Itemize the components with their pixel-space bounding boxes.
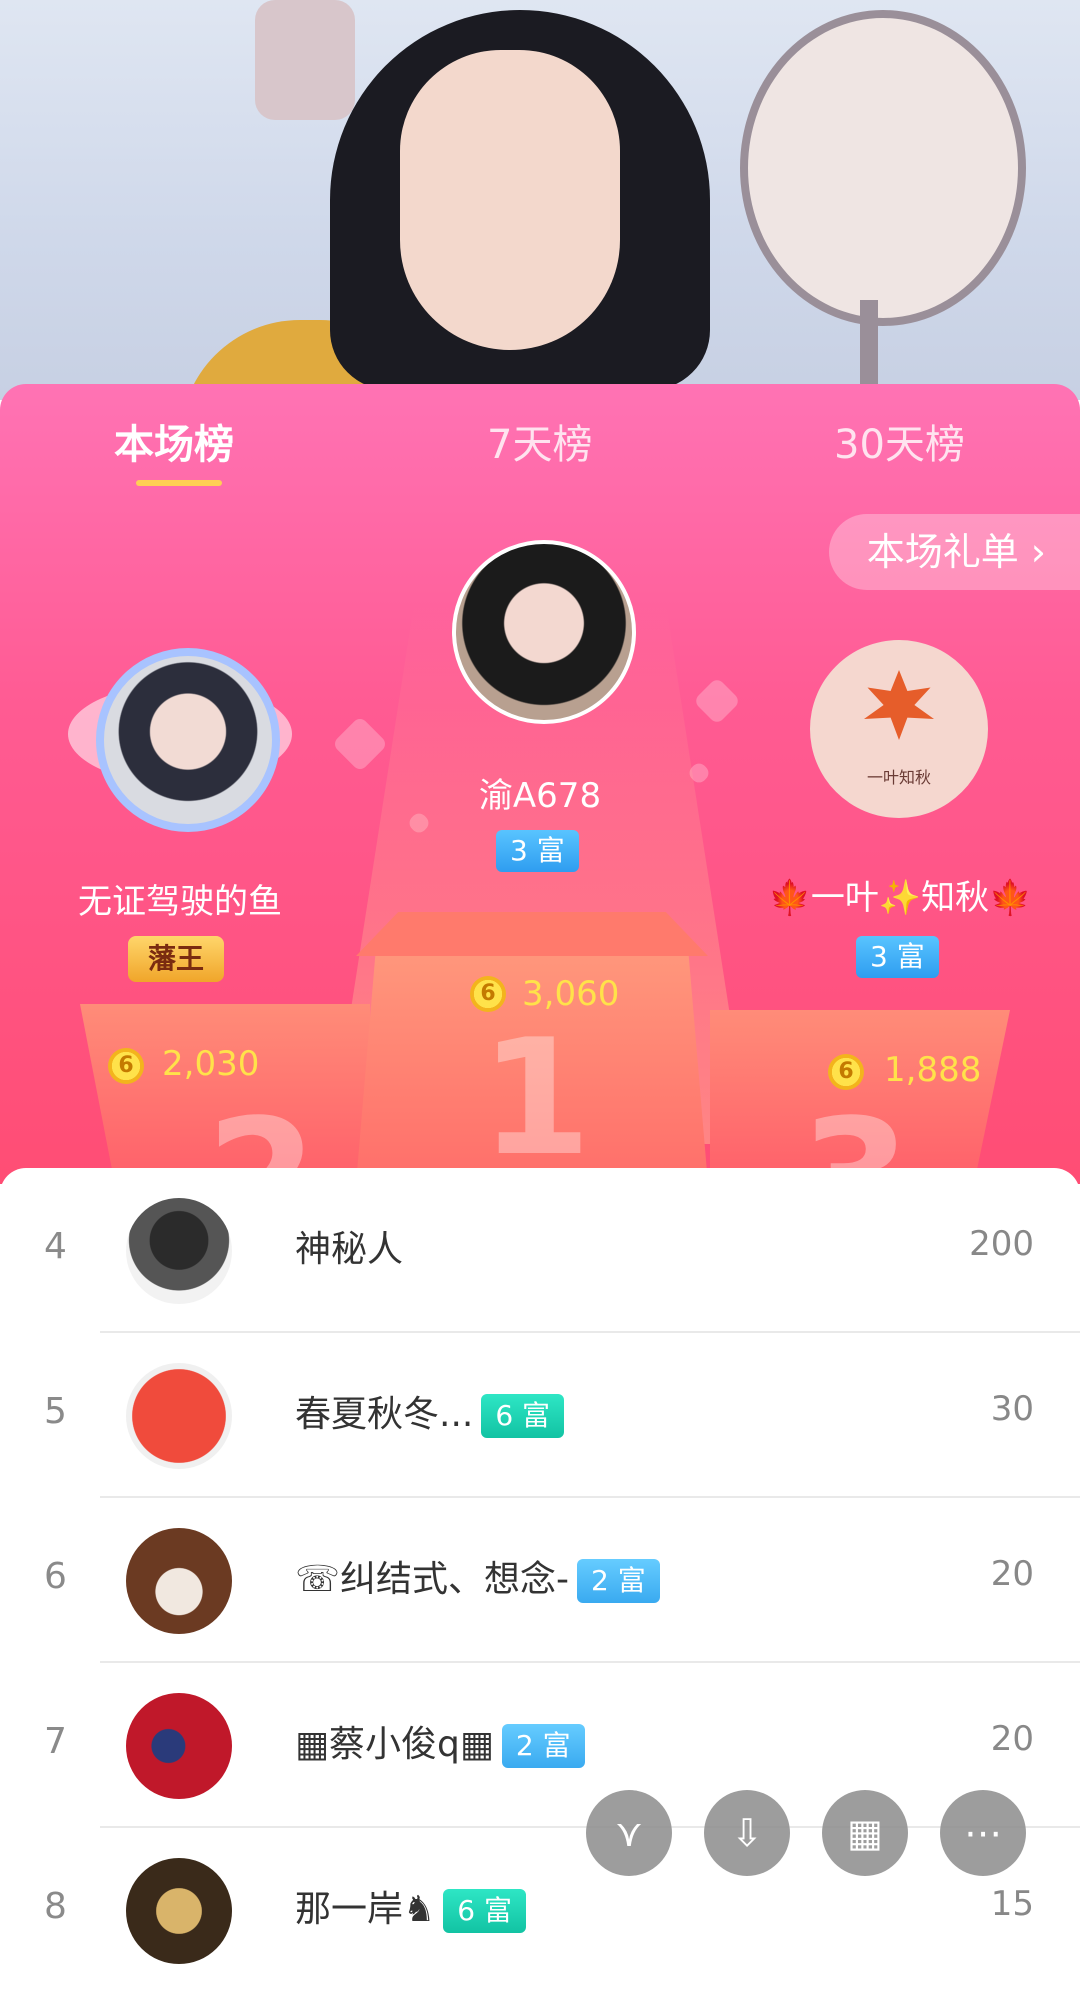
- list-rank: 4: [44, 1226, 67, 1267]
- maple-leaf-icon: [864, 670, 934, 740]
- username-text: ☏纠结式、想念-: [295, 1559, 570, 1600]
- list-amount: 30: [990, 1389, 1034, 1429]
- list-item[interactable]: 8 那一岸♞ 6 富 15: [0, 1828, 1080, 1993]
- username-text: ▦蔡小俊q▦: [295, 1724, 494, 1765]
- tab-this-session[interactable]: 本场榜: [114, 412, 234, 470]
- third-place-rich-badge: 3 富: [856, 936, 939, 978]
- streamer-face: [400, 50, 620, 350]
- list-rank: 6: [44, 1556, 67, 1597]
- more-button[interactable]: ⋯: [940, 1790, 1026, 1876]
- user-avatar[interactable]: [126, 1528, 232, 1634]
- podium-first-top: [356, 912, 708, 956]
- username-text: 那一岸♞: [295, 1889, 436, 1930]
- decor-diamond: [331, 715, 389, 773]
- list-rank: 8: [44, 1886, 67, 1927]
- share-icon: ⋎: [615, 1811, 643, 1855]
- list-username: 神秘人: [295, 1220, 403, 1272]
- rich-badge: 6 富: [481, 1394, 565, 1438]
- first-place-name[interactable]: 渝A678: [380, 768, 700, 817]
- rich-badge: 2 富: [577, 1559, 660, 1603]
- list-username: 那一岸♞ 6 富: [295, 1880, 526, 1933]
- first-place-avatar[interactable]: [452, 540, 636, 724]
- list-amount: 200: [969, 1224, 1034, 1264]
- podium-number-1: 1: [480, 1004, 592, 1184]
- second-place-avatar[interactable]: [96, 648, 280, 832]
- list-amount: 20: [990, 1554, 1034, 1594]
- rich-badge: 2 富: [501, 1724, 585, 1768]
- list-item[interactable]: 6 ☏纠结式、想念- 2 富 20: [0, 1498, 1080, 1663]
- user-avatar[interactable]: [126, 1363, 232, 1469]
- rich-badge: 6 富: [443, 1889, 526, 1933]
- list-amount: 20: [990, 1719, 1034, 1759]
- list-item[interactable]: 4 神秘人 200: [0, 1168, 1080, 1333]
- live-video: [0, 0, 1080, 400]
- second-place-score: 2,030: [162, 1044, 260, 1084]
- gift-list-button[interactable]: 本场礼单 ›: [828, 514, 1080, 590]
- first-place-score: 3,060: [522, 974, 620, 1014]
- ranking-tabs: 本场榜 7天榜 30天榜: [0, 384, 1080, 514]
- list-username: 春夏秋冬... 6 富: [295, 1385, 565, 1438]
- avatar-caption: 一叶知秋: [866, 768, 931, 787]
- share-button[interactable]: ⋎: [586, 1790, 672, 1876]
- tab-7-days[interactable]: 7天榜: [487, 412, 592, 470]
- coin-icon: 6: [828, 1054, 864, 1090]
- ranking-panel: 本场榜 7天榜 30天榜 本场礼单 › 1 2 3 渝A678 3 富 6 3,…: [0, 384, 1080, 1184]
- apps-button[interactable]: ▦: [822, 1790, 908, 1876]
- username-text: 春夏秋冬...: [295, 1394, 474, 1435]
- username-text: 神秘人: [295, 1229, 404, 1270]
- king-badge: 藩王: [128, 936, 225, 982]
- list-rank: 5: [44, 1391, 67, 1432]
- more-icon: ⋯: [964, 1811, 1002, 1855]
- first-place-rich-badge: 3 富: [496, 830, 579, 872]
- download-button[interactable]: ⇩: [704, 1790, 790, 1876]
- list-item[interactable]: 5 春夏秋冬... 6 富 30: [0, 1333, 1080, 1498]
- third-place-score: 1,888: [884, 1050, 982, 1090]
- active-tab-underline: [136, 480, 222, 486]
- ranking-list: 4 神秘人 200 5 春夏秋冬... 6 富 30 6 ☏纠结式、想念- 2 富 …: [0, 1168, 1080, 1964]
- list-item[interactable]: 7 ▦蔡小俊q▦ 2 富 20: [0, 1663, 1080, 1828]
- tab-30-days[interactable]: 30天榜: [834, 412, 965, 470]
- decor-diamond: [692, 676, 742, 726]
- user-avatar[interactable]: [126, 1858, 232, 1964]
- grid-icon: ▦: [847, 1811, 883, 1855]
- third-place-avatar[interactable]: 一叶知秋: [810, 640, 988, 818]
- list-username: ▦蔡小俊q▦ 2 富: [295, 1715, 585, 1768]
- coin-icon: 6: [108, 1048, 144, 1084]
- third-place-name[interactable]: 🍁一叶✨知秋🍁: [740, 870, 1060, 919]
- user-avatar[interactable]: [126, 1693, 232, 1799]
- second-place-name[interactable]: 无证驾驶的鱼: [30, 874, 330, 923]
- list-rank: 7: [44, 1721, 67, 1762]
- download-icon: ⇩: [731, 1811, 763, 1855]
- background-vase: [255, 0, 355, 120]
- list-amount: 15: [990, 1884, 1034, 1924]
- mystery-user-avatar[interactable]: [126, 1198, 232, 1304]
- list-username: ☏纠结式、想念- 2 富: [295, 1550, 660, 1603]
- background-fan: [740, 10, 1026, 326]
- coin-icon: 6: [470, 976, 506, 1012]
